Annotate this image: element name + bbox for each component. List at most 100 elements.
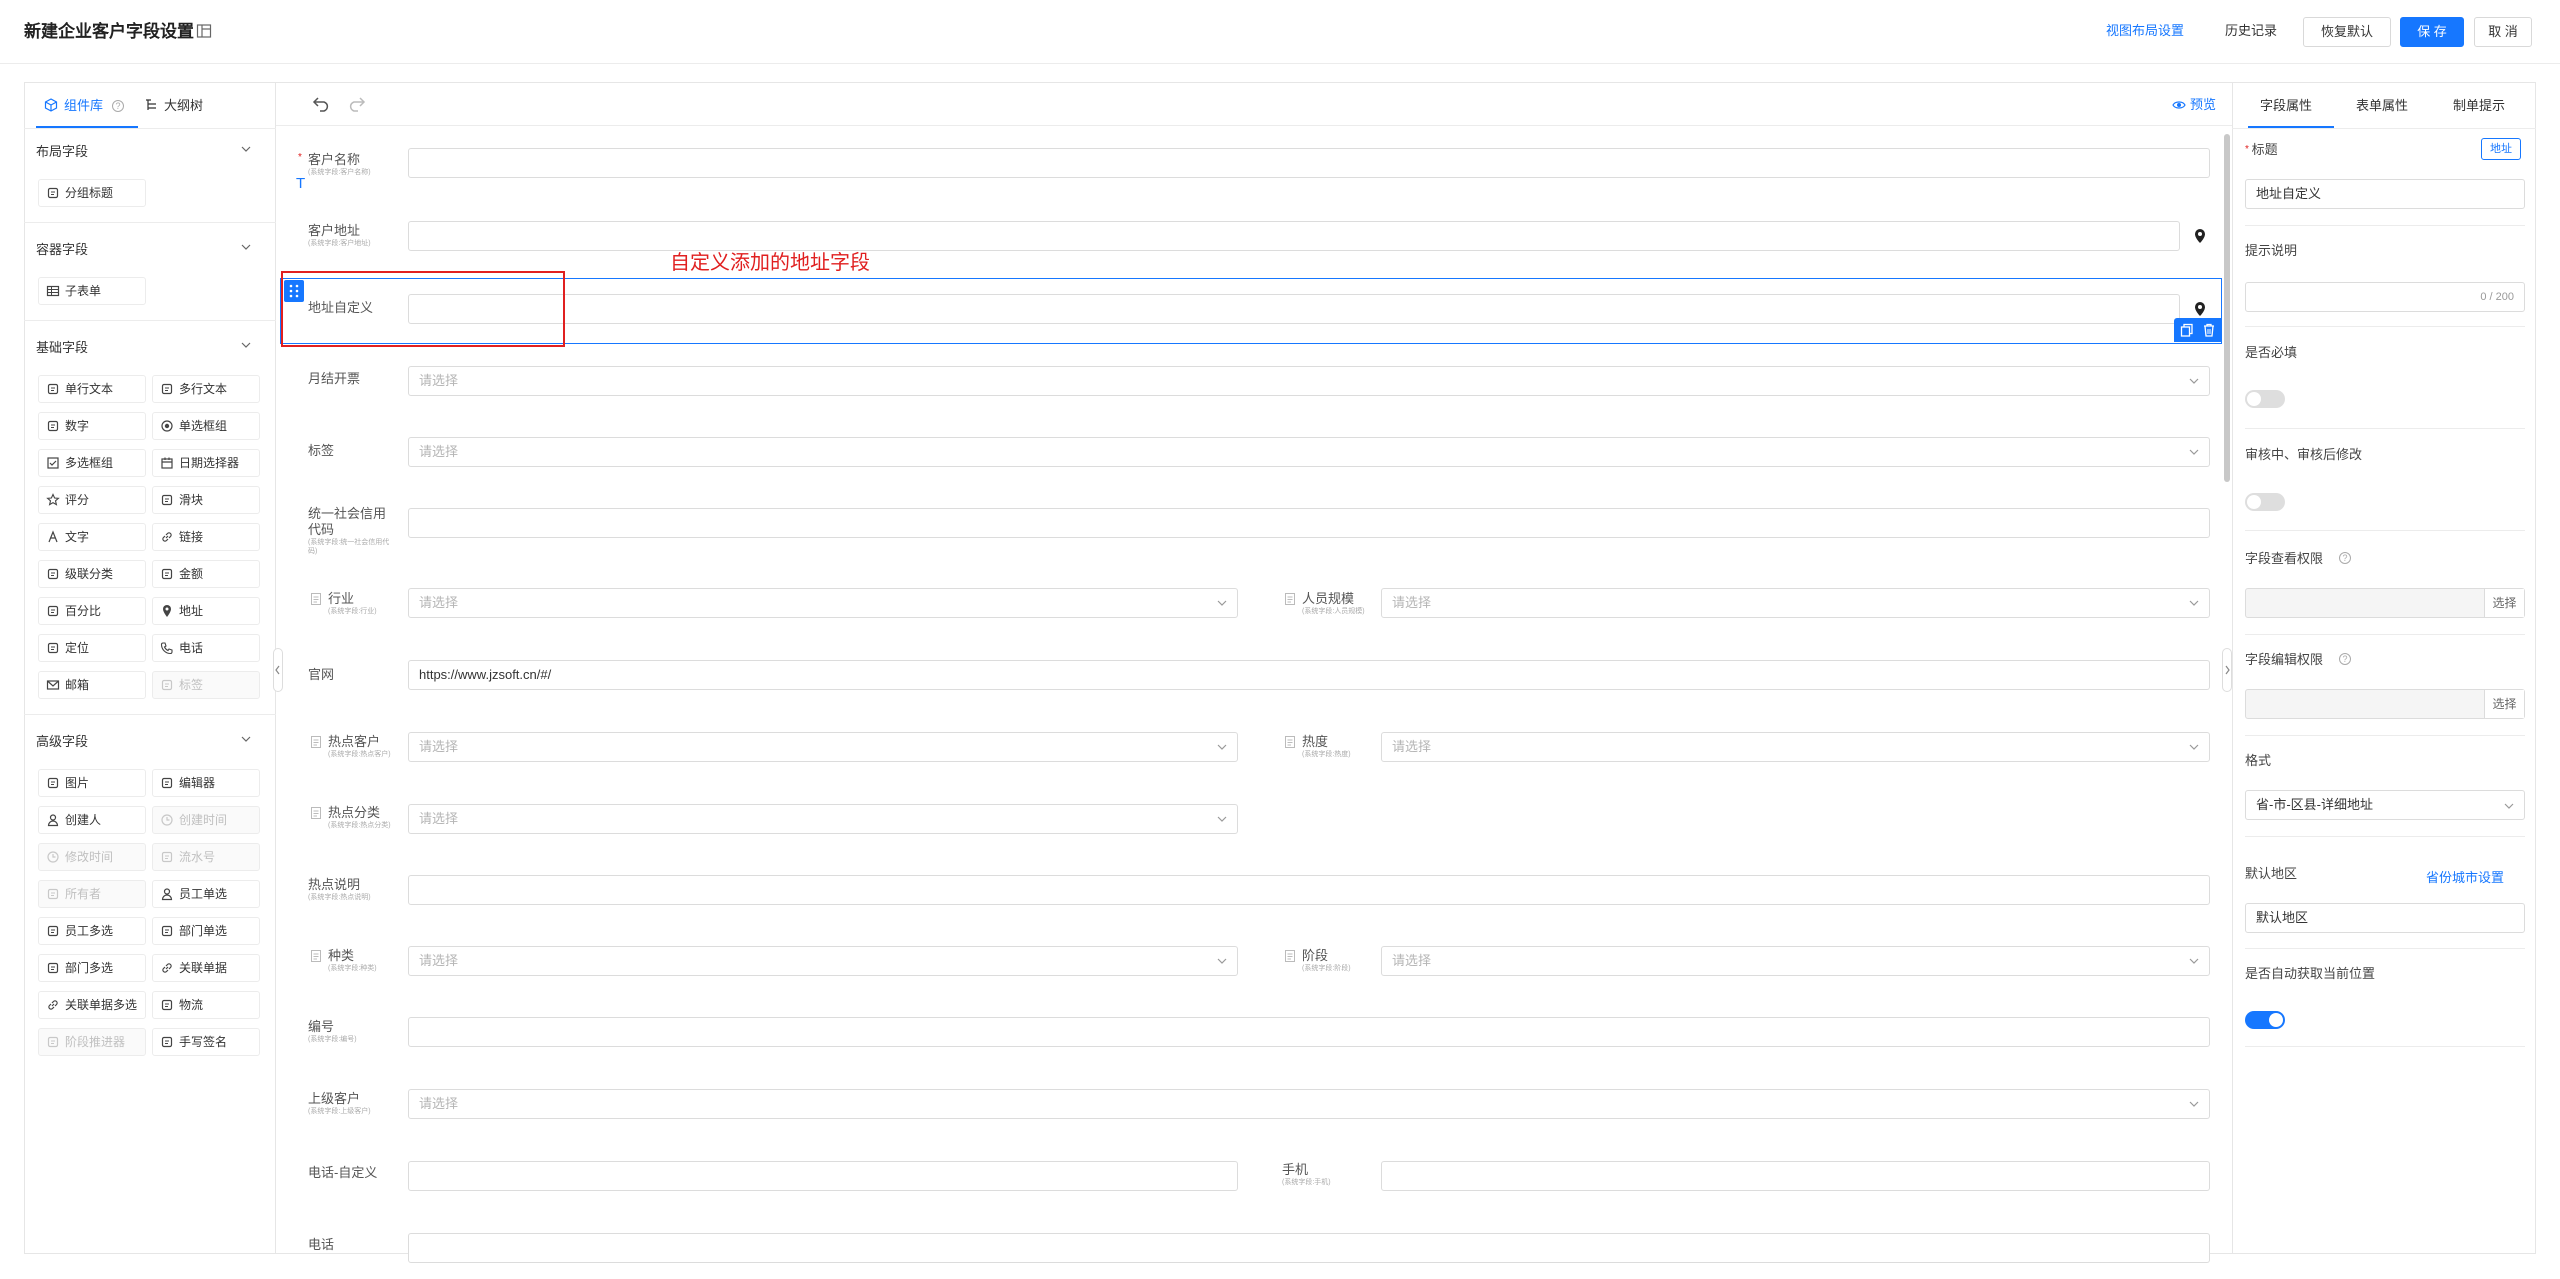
city-settings-link[interactable]: 省份城市设置 — [2426, 869, 2504, 887]
default-region-input[interactable]: 默认地区 — [2245, 903, 2525, 933]
component-percent[interactable]: 百分比 — [38, 597, 146, 625]
field-input-parent-customer[interactable]: 请选择 — [408, 1089, 2210, 1119]
field-input-hot-customer[interactable]: 请选择 — [408, 732, 1238, 762]
chevron-down-icon[interactable] — [240, 733, 252, 745]
component-user[interactable]: 员工单选 — [152, 880, 260, 908]
component-location-pin[interactable]: 地址 — [152, 597, 260, 625]
component-radio[interactable]: 单选框组 — [152, 412, 260, 440]
component-money[interactable]: 金额 — [152, 560, 260, 588]
component-dept[interactable]: 部门多选 — [38, 954, 146, 982]
component-position[interactable]: 定位 — [38, 634, 146, 662]
field-input-phone[interactable] — [408, 1233, 2210, 1263]
collapse-left-handle[interactable] — [273, 648, 283, 692]
component-truck[interactable]: 物流 — [152, 991, 260, 1019]
location-pin-icon[interactable] — [2194, 228, 2206, 244]
editable-toggle[interactable] — [2245, 493, 2285, 511]
tab-outline-tree[interactable]: 大纲树 — [164, 96, 203, 116]
view-permission-input[interactable]: 选择 — [2245, 588, 2525, 618]
field-input-hot-desc[interactable] — [408, 875, 2210, 905]
help-icon[interactable]: ? — [2339, 552, 2351, 564]
outline-tree-icon — [144, 98, 158, 112]
component-signature[interactable]: 手写签名 — [152, 1028, 260, 1056]
component-checkbox[interactable]: 多选框组 — [38, 449, 146, 477]
section-title[interactable]: 基础字段 — [36, 337, 88, 356]
component-number[interactable]: 数字 — [38, 412, 146, 440]
component-link[interactable]: 关联单据 — [152, 954, 260, 982]
field-input-website[interactable]: https://www.jzsoft.cn/#/ — [408, 660, 2210, 690]
view-permission-select-button[interactable]: 选择 — [2484, 589, 2524, 617]
field-input-customer-addr[interactable] — [408, 221, 2180, 251]
component-single-line[interactable]: 单行文本 — [38, 375, 146, 403]
component-image[interactable]: 图片 — [38, 769, 146, 797]
component-clock: 创建时间 — [152, 806, 260, 834]
undo-icon[interactable] — [312, 96, 332, 112]
auto-locate-toggle[interactable] — [2245, 1011, 2285, 1029]
document-icon — [310, 806, 322, 820]
redo-icon[interactable] — [346, 96, 366, 112]
delete-icon[interactable] — [2202, 323, 2216, 337]
component-slider[interactable]: 滑块 — [152, 486, 260, 514]
preview-button[interactable]: 预览 — [2172, 96, 2216, 114]
save-button[interactable]: 保 存 — [2400, 17, 2464, 47]
view-layout-button[interactable]: 视图布局设置 — [2090, 17, 2200, 47]
layout-toggle-icon[interactable] — [196, 23, 212, 39]
chevron-down-icon[interactable] — [240, 339, 252, 351]
document-icon — [1284, 949, 1296, 963]
field-input-customer-name[interactable] — [408, 148, 2210, 178]
component-group-title[interactable]: 分组标题 — [38, 179, 146, 207]
section-title[interactable]: 容器字段 — [36, 239, 88, 258]
component-user[interactable]: 创建人 — [38, 806, 146, 834]
copy-icon[interactable] — [2180, 323, 2194, 337]
title-input[interactable]: 地址自定义 — [2245, 179, 2525, 209]
collapse-right-handle[interactable] — [2222, 648, 2232, 692]
component-text[interactable]: 文字 — [38, 523, 146, 551]
field-input-monthly-invoice[interactable]: 请选择 — [408, 366, 2210, 396]
component-dept[interactable]: 部门单选 — [152, 917, 260, 945]
component-link[interactable]: 链接 — [152, 523, 260, 551]
component-phone[interactable]: 电话 — [152, 634, 260, 662]
component-label: 分组标题 — [65, 186, 114, 200]
component-link[interactable]: 关联单据多选 — [38, 991, 146, 1019]
format-select[interactable]: 省-市-区县-详细地址 — [2245, 790, 2525, 820]
tab-component-library[interactable]: 组件库 — [64, 96, 103, 116]
field-input-stage[interactable]: 请选择 — [1381, 946, 2210, 976]
field-input-staff-size[interactable]: 请选择 — [1381, 588, 2210, 618]
edit-permission-input[interactable]: 选择 — [2245, 689, 2525, 719]
component-table[interactable]: 子表单 — [38, 277, 146, 305]
field-input-mobile[interactable] — [1381, 1161, 2210, 1191]
cancel-button[interactable]: 取 消 — [2474, 17, 2532, 47]
field-input-industry[interactable]: 请选择 — [408, 588, 1238, 618]
history-button[interactable]: 历史记录 — [2214, 17, 2288, 47]
field-input-kind[interactable]: 请选择 — [408, 946, 1238, 976]
chevron-down-icon[interactable] — [240, 143, 252, 155]
component-mail[interactable]: 邮箱 — [38, 671, 146, 699]
tab-field-properties[interactable]: 字段属性 — [2260, 96, 2312, 116]
field-input-code[interactable] — [408, 1017, 2210, 1047]
field-input-heat[interactable]: 请选择 — [1381, 732, 2210, 762]
tab-voucher-hint[interactable]: 制单提示 — [2453, 96, 2505, 116]
component-multi-line[interactable]: 多行文本 — [152, 375, 260, 403]
section-title[interactable]: 布局字段 — [36, 141, 88, 160]
restore-default-button[interactable]: 恢复默认 — [2303, 17, 2391, 47]
help-icon[interactable]: ? — [2339, 653, 2351, 665]
component-users[interactable]: 员工多选 — [38, 917, 146, 945]
canvas-scrollbar[interactable] — [2224, 134, 2230, 482]
hint-textarea[interactable]: 0 / 200 — [2245, 282, 2525, 312]
chevron-down-icon — [1217, 743, 1227, 751]
component-editor[interactable]: 编辑器 — [152, 769, 260, 797]
chevron-down-icon — [2189, 599, 2199, 607]
required-toggle[interactable] — [2245, 390, 2285, 408]
section-title[interactable]: 高级字段 — [36, 731, 88, 750]
field-input-credit-code[interactable] — [408, 508, 2210, 538]
tab-form-properties[interactable]: 表单属性 — [2356, 96, 2408, 116]
edit-permission-select-button[interactable]: 选择 — [2484, 690, 2524, 718]
chevron-down-icon[interactable] — [240, 241, 252, 253]
field-input-tags[interactable]: 请选择 — [408, 437, 2210, 467]
help-icon[interactable]: ? — [112, 100, 124, 112]
field-input-hot-category[interactable]: 请选择 — [408, 804, 1238, 834]
component-cascade[interactable]: 级联分类 — [38, 560, 146, 588]
field-input-phone-custom[interactable] — [408, 1161, 1238, 1191]
component-calendar[interactable]: 日期选择器 — [152, 449, 260, 477]
field-label-customer-name: * 客户名称 (系统字段:客户名称) — [298, 152, 418, 177]
component-star[interactable]: 评分 — [38, 486, 146, 514]
